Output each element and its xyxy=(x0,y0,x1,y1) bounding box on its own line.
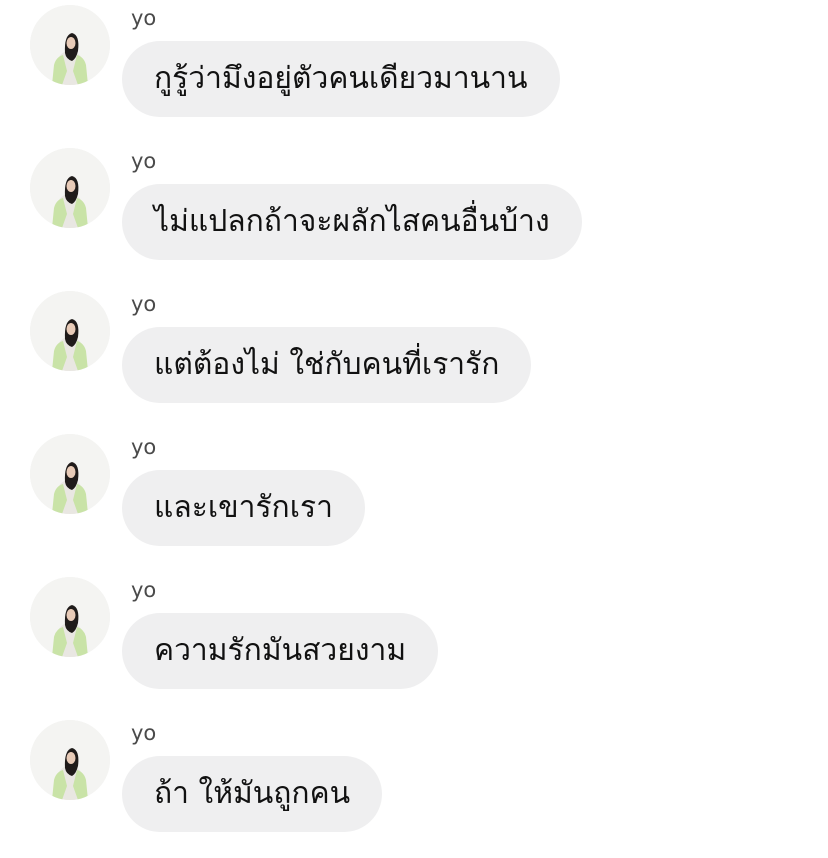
sender-name: yo xyxy=(131,6,157,30)
sender-name: yo xyxy=(131,721,157,745)
message-row: yo กูรู้ว่ามึงอยู่ตัวคนเดียวมานาน xyxy=(0,0,828,143)
avatar[interactable] xyxy=(30,577,110,657)
profile-photo-icon xyxy=(30,577,110,657)
message-row: yo ความรักมันสวยงาม xyxy=(0,572,828,715)
profile-photo-icon xyxy=(30,434,110,514)
message-bubble[interactable]: ไม่แปลกถ้าจะผลักไสคนอื่นบ้าง xyxy=(122,184,582,260)
avatar[interactable] xyxy=(30,720,110,800)
message-row: yo และเขารักเรา xyxy=(0,429,828,572)
avatar[interactable] xyxy=(30,5,110,85)
avatar[interactable] xyxy=(30,291,110,371)
message-bubble[interactable]: แต่ต้องไม่ ใช่กับคนที่เรารัก xyxy=(122,327,532,403)
message-bubble[interactable]: ถ้า ให้มันถูกคน xyxy=(122,756,383,832)
sender-name: yo xyxy=(131,149,157,173)
message-bubble[interactable]: ความรักมันสวยงาม xyxy=(122,613,439,689)
profile-photo-icon xyxy=(30,5,110,85)
profile-photo-icon xyxy=(30,720,110,800)
message-bubble[interactable]: และเขารักเรา xyxy=(122,470,365,546)
message-bubble[interactable]: กูรู้ว่ามึงอยู่ตัวคนเดียวมานาน xyxy=(122,41,560,117)
profile-photo-icon xyxy=(30,291,110,371)
avatar[interactable] xyxy=(30,434,110,514)
sender-name: yo xyxy=(131,292,157,316)
sender-name: yo xyxy=(131,578,157,602)
message-row: yo ถ้า ให้มันถูกคน xyxy=(0,715,828,858)
message-row: yo ไม่แปลกถ้าจะผลักไสคนอื่นบ้าง xyxy=(0,143,828,286)
avatar[interactable] xyxy=(30,148,110,228)
message-row: yo แต่ต้องไม่ ใช่กับคนที่เรารัก xyxy=(0,286,828,429)
profile-photo-icon xyxy=(30,148,110,228)
sender-name: yo xyxy=(131,435,157,459)
chat-thread: yo กูรู้ว่ามึงอยู่ตัวคนเดียวมานาน yo ไม่… xyxy=(0,0,828,858)
